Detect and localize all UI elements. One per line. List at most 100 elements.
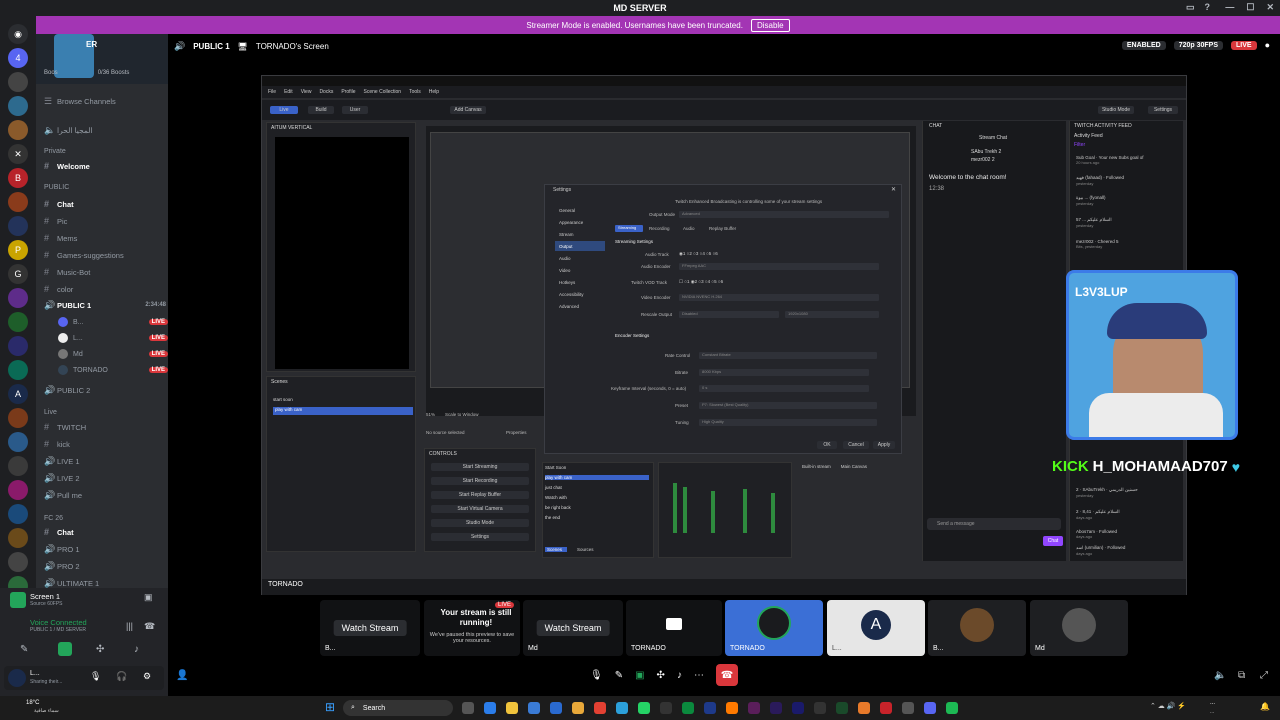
nav-accessibility[interactable]: Accessibility	[555, 289, 605, 299]
gear-icon[interactable]: ⚙	[143, 671, 151, 682]
app-icon[interactable]	[880, 702, 892, 714]
noise-icon[interactable]: ✎	[20, 644, 28, 655]
taskbar-search[interactable]: ⌕ Search	[343, 700, 453, 716]
tuning-select[interactable]: High Quality	[699, 419, 877, 426]
maximize-icon[interactable]: ☐	[1246, 2, 1254, 13]
activity-icon[interactable]: ✣	[657, 670, 665, 681]
channel-pullme[interactable]: 🔊 Pull me	[44, 488, 166, 502]
avatar[interactable]	[8, 669, 26, 687]
channel-twitch[interactable]: # TWITCH	[44, 420, 166, 434]
whatsapp-icon[interactable]	[638, 702, 650, 714]
server-icon[interactable]	[8, 408, 28, 428]
participant-tile[interactable]: TORNADO	[725, 600, 823, 656]
channel-live1[interactable]: 🔊 LIVE 1	[44, 454, 166, 468]
task-view-icon[interactable]	[462, 702, 474, 714]
bitrate-input[interactable]: 8000 Kbps	[699, 369, 869, 376]
server-icon[interactable]	[8, 480, 28, 500]
channel-item[interactable]: 🔈 المجيا الحرا	[44, 123, 166, 137]
settings-button[interactable]: Settings	[431, 533, 529, 541]
app-icon[interactable]	[748, 702, 760, 714]
server-icon[interactable]	[8, 528, 28, 548]
feed-item[interactable]: اسد (urmilian) · Followed days ago	[1076, 545, 1180, 559]
participant-tile[interactable]: TORNADO	[626, 600, 722, 656]
toolbar-live[interactable]: Live	[270, 106, 298, 114]
studio-mode-button[interactable]: Studio Mode	[431, 519, 529, 527]
start-replay-button[interactable]: Start Replay Buffer	[431, 491, 529, 499]
rate-control-select[interactable]: Constant Bitrate	[699, 352, 877, 359]
after-effects-icon[interactable]	[792, 702, 804, 714]
app-icon[interactable]	[528, 702, 540, 714]
tab-replay-buffer[interactable]: Replay Buffer	[709, 226, 736, 231]
zoom-level[interactable]: 51%	[426, 412, 435, 422]
menu-help[interactable]: Help	[429, 89, 439, 95]
weather-temp[interactable]: 18°C	[26, 700, 39, 706]
nav-hotkeys[interactable]: Hotkeys	[555, 277, 605, 287]
tab-audio[interactable]: Audio	[683, 226, 695, 231]
audio-track-options[interactable]: ◉1 ○2 ○3 ○4 ○5 ○6	[679, 251, 718, 257]
system-tray[interactable]: ⌃ ☁ 🔊 ⚡	[1150, 702, 1186, 710]
scene-item[interactable]: start soon	[273, 397, 413, 405]
scene-item[interactable]: Start Soon	[545, 465, 566, 470]
close-icon[interactable]: ✕	[891, 186, 896, 193]
audio-encoder-select[interactable]: FFmpeg AAC	[679, 263, 879, 270]
app-icon[interactable]	[836, 702, 848, 714]
nav-appearance[interactable]: Appearance	[555, 217, 605, 227]
app-icon[interactable]	[484, 702, 496, 714]
vod-track-options[interactable]: ☐ ○1 ◉2 ○3 ○4 ○5 ○6	[679, 279, 723, 285]
more-icon[interactable]: ⋯	[694, 670, 704, 681]
menu-view[interactable]: View	[301, 89, 312, 95]
keyframe-input[interactable]: 0 s	[699, 385, 869, 392]
server-icon[interactable]: A	[8, 384, 28, 404]
obs-icon[interactable]	[902, 702, 914, 714]
noise-suppression-icon[interactable]: ✎	[615, 670, 623, 681]
microphone-icon[interactable]: 🎙	[90, 671, 101, 682]
signal-icon[interactable]: |||	[126, 621, 133, 631]
menu-profile[interactable]: Profile	[341, 89, 355, 95]
server-icon[interactable]	[8, 216, 28, 236]
app-icon[interactable]	[814, 702, 826, 714]
clock-time[interactable]: ...	[1210, 700, 1215, 706]
server-icon[interactable]: G	[8, 264, 28, 284]
video-encoder-select[interactable]: NVIDIA NVENC H.264	[679, 294, 879, 301]
voice-user[interactable]: B... LIVE	[58, 315, 168, 329]
participant-tile[interactable]: Your stream is still running! We've paus…	[424, 600, 520, 656]
browse-channels[interactable]: ☰ Browse Channels	[44, 94, 166, 108]
photoshop-icon[interactable]	[704, 702, 716, 714]
server-icon[interactable]: ✕	[8, 144, 28, 164]
menu-docks[interactable]: Docks	[319, 89, 333, 95]
menu-file[interactable]: File	[268, 89, 276, 95]
category-public[interactable]: PUBLIC	[44, 184, 69, 191]
camera-icon[interactable]	[58, 642, 72, 656]
menu-edit[interactable]: Edit	[284, 89, 293, 95]
server-name[interactable]: ER	[86, 40, 97, 49]
disconnect-icon[interactable]: ☎	[144, 621, 155, 632]
participant-tile[interactable]: Md	[1030, 600, 1128, 656]
feed-item[interactable]: Sub Goal · Your new Subs goal of 20 hours…	[1076, 155, 1180, 169]
toolbar-user[interactable]: User	[342, 106, 368, 114]
rescale-resolution[interactable]: 1920x1080	[785, 311, 879, 318]
feed-item[interactable]: 2 · 8,41 · السلام عليكم days ago	[1076, 509, 1180, 523]
soundboard-icon[interactable]: ♪	[134, 644, 139, 655]
category-private[interactable]: Private	[44, 148, 66, 155]
toolbar-studio-mode[interactable]: Studio Mode	[1098, 106, 1134, 114]
server-icon[interactable]	[8, 72, 28, 92]
app-icon[interactable]	[572, 702, 584, 714]
server-icon[interactable]: P	[8, 240, 28, 260]
scene-item[interactable]: just chat	[545, 485, 562, 490]
channel-games[interactable]: # Games-suggestions	[44, 248, 166, 262]
disconnect-button[interactable]: ☎	[715, 664, 738, 686]
server-icon[interactable]	[8, 504, 28, 524]
participant-tile[interactable]: Watch Stream Md	[523, 600, 623, 656]
server-icon[interactable]	[8, 96, 28, 116]
help-icon[interactable]: ?	[1205, 2, 1211, 13]
invite-icon[interactable]: 👤	[176, 670, 188, 681]
toolbar-settings[interactable]: Settings	[1148, 106, 1178, 114]
scene-item[interactable]: Watch with	[545, 495, 567, 500]
channel-live2[interactable]: 🔊 LIVE 2	[44, 471, 166, 485]
channel-public2[interactable]: 🔊 PUBLIC 2	[44, 383, 166, 397]
feed-item[interactable]: mezr002 · Cheered 5 Bits, yesterday	[1076, 239, 1180, 253]
category-live[interactable]: Live	[44, 409, 57, 416]
start-streaming-button[interactable]: Start Streaming	[431, 463, 529, 471]
nav-general[interactable]: General	[555, 205, 605, 215]
menu-tools[interactable]: Tools	[409, 89, 421, 95]
